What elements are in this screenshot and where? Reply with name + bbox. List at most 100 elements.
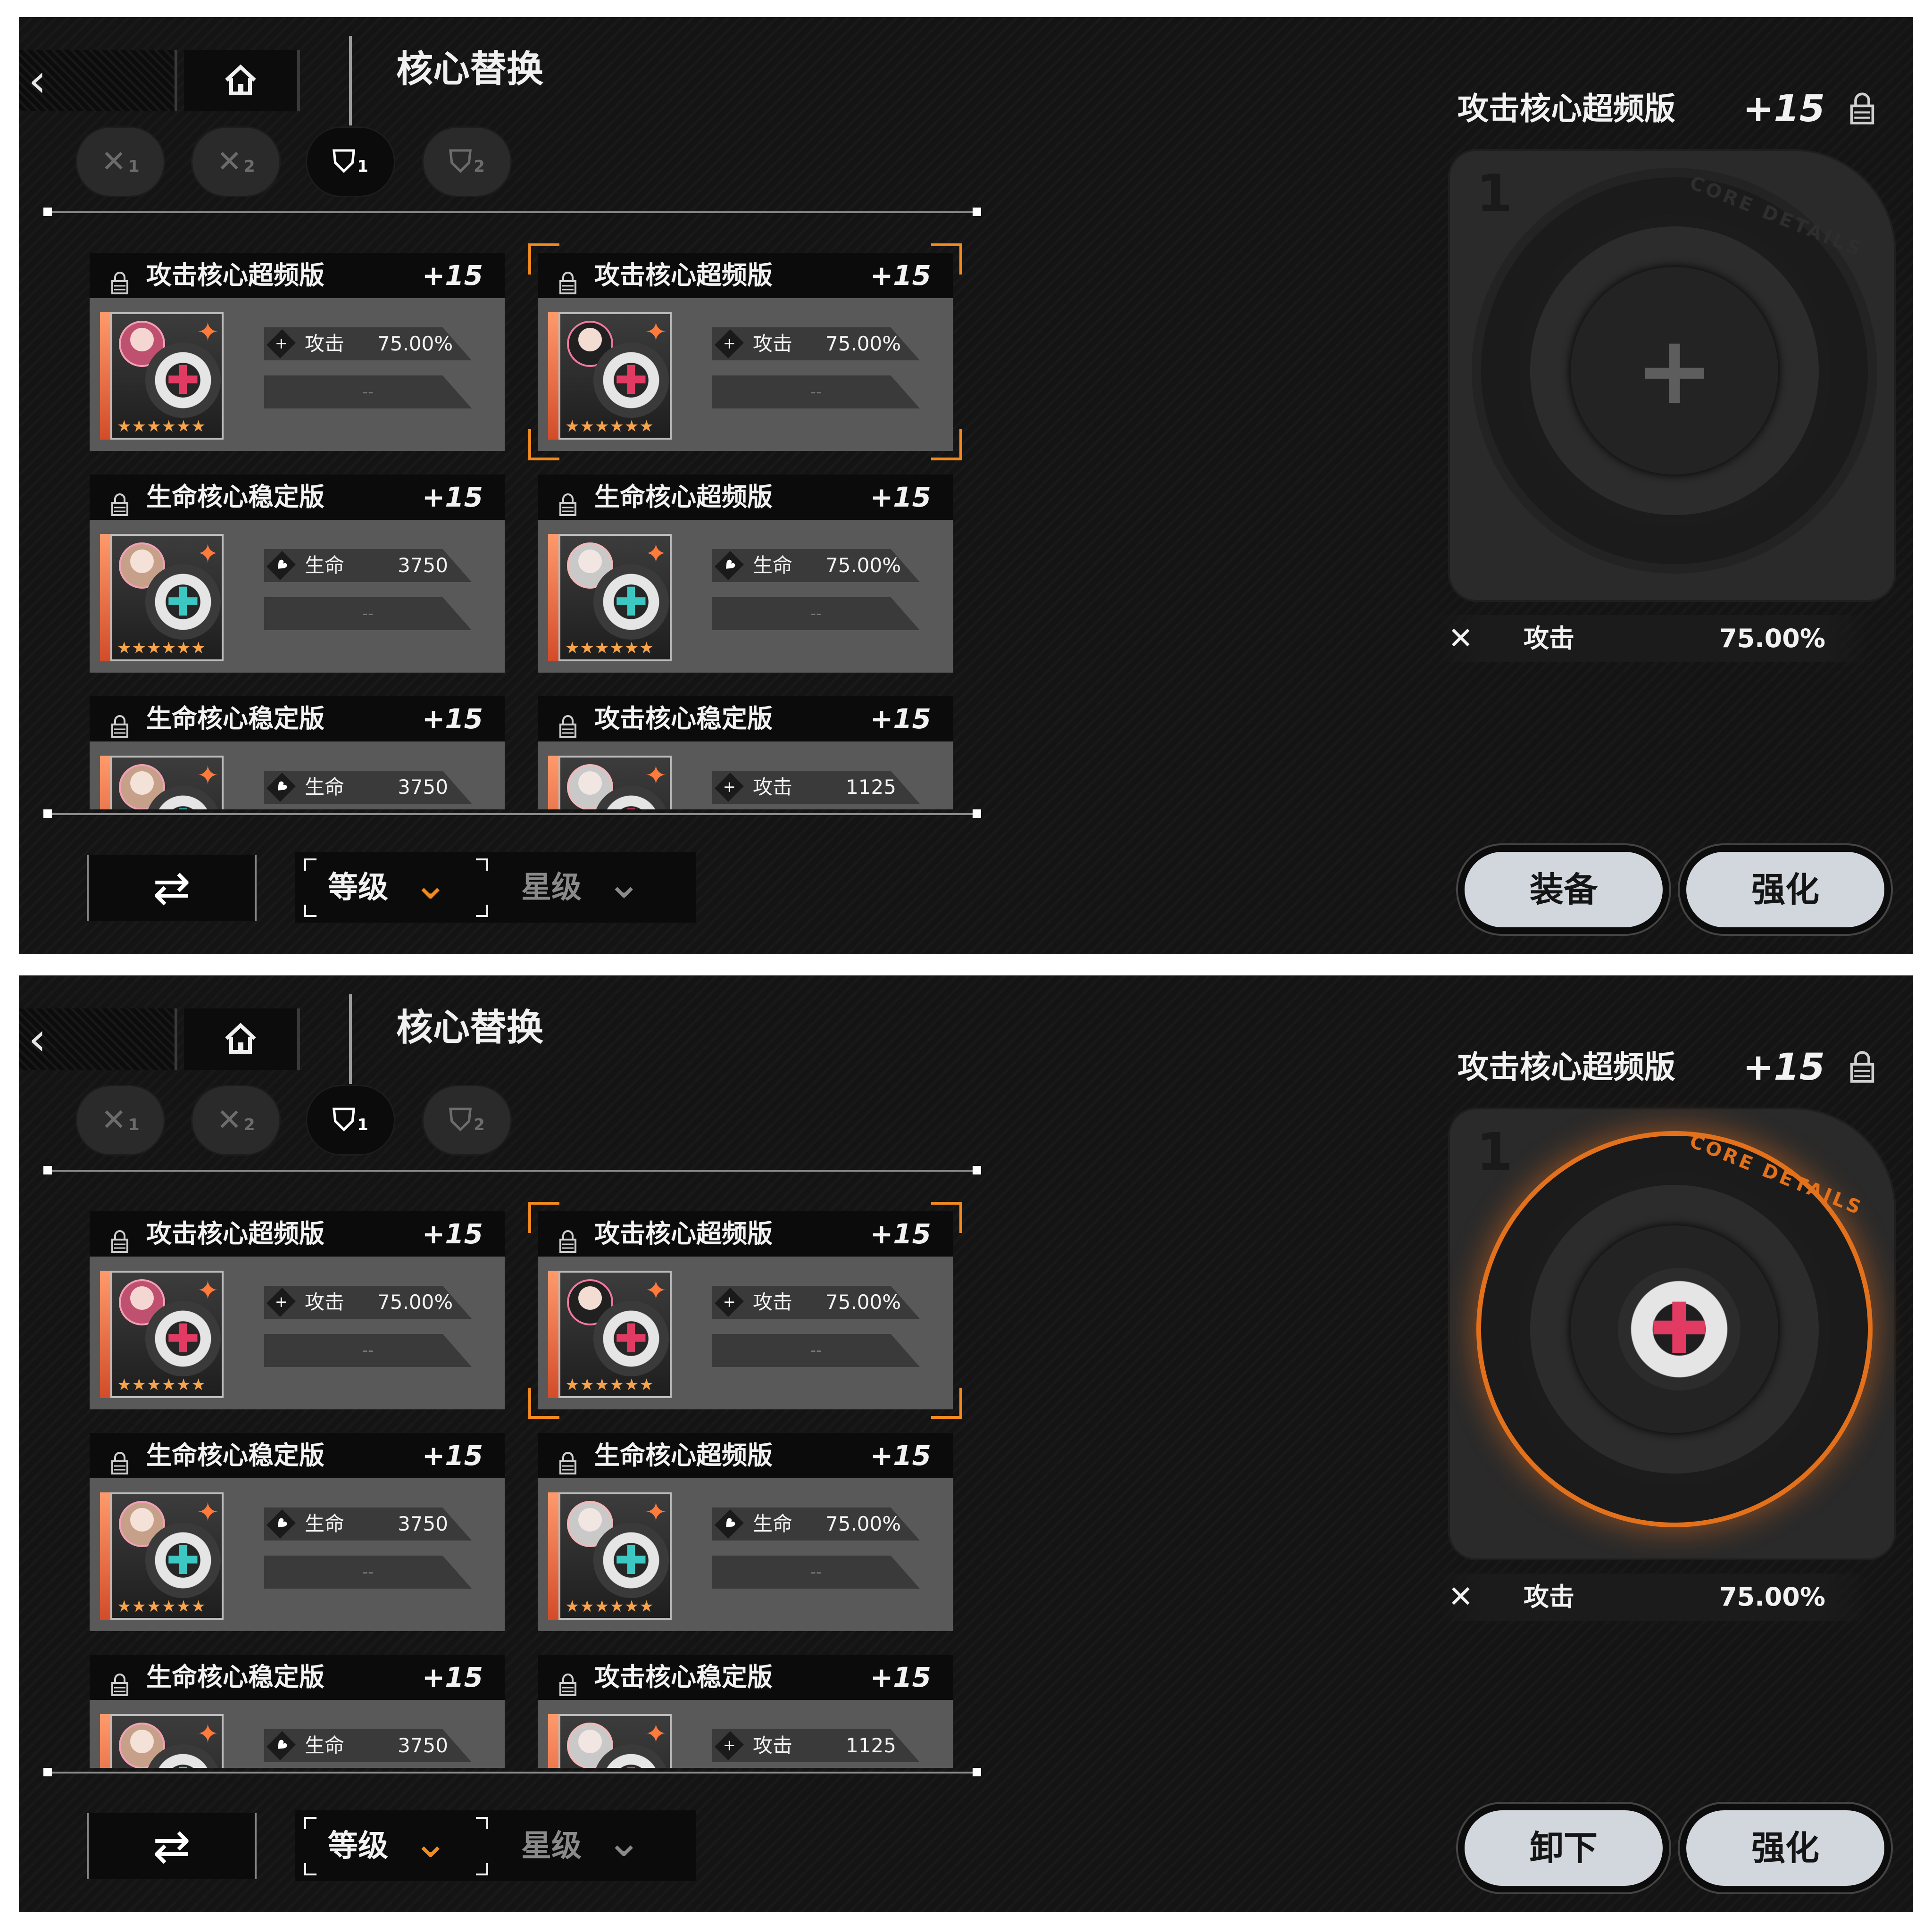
list-bottom-rule [47, 1772, 981, 1774]
core-card[interactable]: 生命核心超频版 +15 ✦ ✚ ★★★★★★ ♥ 生命 75.00% -- [538, 475, 953, 673]
lock-icon[interactable] [558, 485, 577, 516]
core-card-body: ✦ ✚ ★★★★★★ ✕ 攻击 75.00% -- [90, 1257, 505, 1409]
core-portrait: ✦✚★★★★★★ [558, 756, 672, 809]
rarity-accent-bar [100, 1271, 110, 1398]
core-card-header: 生命核心超频版 +15 [538, 475, 953, 520]
core-card-header: 攻击核心稳定版 +15 [538, 696, 953, 741]
filter-tab-attack-1[interactable]: ✕ 1 [75, 126, 165, 197]
lock-icon[interactable] [110, 707, 129, 738]
core-stat: ♥ 生命 75.00% [712, 549, 920, 582]
lock-icon[interactable] [1849, 1051, 1875, 1085]
stat-label: 生命 [305, 775, 345, 799]
rarity-accent-bar [548, 1492, 558, 1620]
core-stat: ✕ 攻击 75.00% [712, 327, 920, 360]
core-card[interactable]: 攻击核心稳定版 +15 ✦✚★★★★★★✕攻击1125-- [538, 1655, 953, 1768]
core-card[interactable]: 攻击核心稳定版+15✦✚★★★★★★✕攻击1125-- [538, 696, 953, 809]
core-list-viewport[interactable]: 攻击核心超频版 +15 ✦ ✚ ★★★★★★ ✕ 攻击 75.00% -- 攻击核心超频版 +15 ✦… [90, 229, 976, 809]
rarity-accent-bar [548, 1271, 558, 1398]
lock-icon[interactable] [558, 1665, 577, 1696]
core-level: +15 [870, 1661, 931, 1693]
lock-icon[interactable] [110, 1443, 129, 1474]
core-card[interactable]: 攻击核心超频版 +15 ✦ ✚ ★★★★★★ ✕ 攻击 75.00% -- [90, 253, 505, 451]
lock-icon[interactable] [110, 1222, 129, 1253]
lock-icon[interactable] [558, 263, 577, 294]
stat-value: 3750 [398, 554, 448, 577]
selection-bracket [528, 1388, 559, 1419]
sort-by-level[interactable]: 等级 ⌄ [304, 1817, 488, 1875]
core-card[interactable]: 生命核心稳定版+15✦✚★★★★★★♥生命3750-- [90, 696, 505, 809]
core-art-icon: ✚ [593, 342, 669, 418]
detail-core-name: 攻击核心超频版 [1457, 1049, 1675, 1085]
core-name: 攻击核心稳定版 [594, 1662, 773, 1692]
filter-tab-shield-1[interactable]: ⛉ 1 [306, 126, 395, 197]
list-frame-corner-dot [973, 208, 981, 216]
filter-tab-attack-2[interactable]: ✕ 2 [191, 1085, 281, 1156]
core-name: 生命核心稳定版 [146, 482, 325, 512]
core-stat: ✕ 攻击 75.00% [712, 1286, 920, 1319]
selection-bracket [931, 1388, 962, 1419]
stat-value: 3750 [398, 775, 448, 799]
add-core-icon[interactable]: + [1571, 267, 1778, 475]
core-card[interactable]: 生命核心稳定版+15✦✚★★★★★★♥生命3750-- [90, 475, 505, 673]
lock-icon[interactable] [558, 1443, 577, 1474]
core-name: 攻击核心超频版 [594, 1219, 773, 1249]
filter-tab-shield-1[interactable]: ⛉ 1 [306, 1085, 395, 1156]
equip-button[interactable]: 装备 [1465, 852, 1663, 927]
enhance-button[interactable]: 强化 [1686, 852, 1884, 927]
empty-substat: -- [264, 1556, 472, 1589]
core-card[interactable]: 攻击核心超频版 +15 ✦ ✚ ★★★★★★ ✕ 攻击 75.00% -- [528, 1202, 962, 1419]
core-list-viewport[interactable]: 攻击核心超频版 +15 ✦ ✚ ★★★★★★ ✕ 攻击 75.00% -- 攻击核心超频版 +15 ✦… [90, 1188, 976, 1768]
core-replace-screen-top: ‹ 核心替换 ✕ 1 ✕ 2 ⛉ 1 ⛉ 2 攻击核心超频版 +15 ✦ ✚ ★★★★★★ ✕ 攻击 75.00%… [19, 17, 1913, 954]
sort-selected-bracket [476, 858, 488, 871]
lock-icon[interactable] [558, 1222, 577, 1253]
core-name: 生命核心超频版 [594, 1441, 773, 1470]
empty-substat: -- [264, 375, 472, 408]
top-nav: ‹ [19, 31, 311, 116]
attack-core-emblem: ✚ [614, 357, 648, 403]
home-button[interactable] [184, 50, 300, 111]
back-button[interactable]: ‹ [19, 1008, 177, 1070]
unequip-button[interactable]: 卸下 [1465, 1810, 1663, 1886]
attack-stat-icon: ✕ [715, 773, 744, 802]
core-card[interactable]: 生命核心超频版 +15 ✦ ✚ ★★★★★★ ♥ 生命 75.00% -- [538, 1433, 953, 1631]
core-card-header: 生命核心稳定版 +15 [90, 1433, 505, 1478]
sort-direction-button[interactable]: ⇄ [87, 855, 257, 921]
filter-tab-attack-2[interactable]: ✕ 2 [191, 126, 281, 197]
core-card[interactable]: 生命核心稳定版+15✦✚★★★★★★♥生命3750-- [90, 1433, 505, 1631]
lock-icon[interactable] [1849, 92, 1875, 126]
stat-value: 3750 [398, 1734, 448, 1757]
core-card-body: ✦✚★★★★★★✕攻击1125-- [538, 1700, 953, 1768]
home-button[interactable] [184, 1008, 300, 1070]
lock-icon[interactable] [110, 485, 129, 516]
core-card[interactable]: 攻击核心超频版 +15 ✦ ✚ ★★★★★★ ✕ 攻击 75.00% -- [528, 243, 962, 460]
core-card[interactable]: 攻击核心超频版 +15 ✦ ✚ ★★★★★★ ✕ 攻击 75.00% -- [90, 1211, 505, 1409]
list-frame-corner-dot [973, 809, 981, 818]
core-card[interactable]: 生命核心稳定版+15✦✚★★★★★★♥生命3750-- [90, 1655, 505, 1768]
stat-label: 生命 [305, 1512, 345, 1535]
filter-tab-shield-2[interactable]: ⛉ 2 [422, 1085, 512, 1156]
filter-tab-shield-2[interactable]: ⛉ 2 [422, 126, 512, 197]
sort-by-level[interactable]: 等级 ⌄ [304, 858, 488, 917]
core-stat: ✕ 攻击 75.00% [264, 1286, 472, 1319]
shield-icon: ⛉ [333, 1103, 356, 1138]
lock-icon[interactable] [110, 1665, 129, 1696]
empty-substat: -- [264, 597, 472, 630]
empty-substat: -- [264, 1334, 472, 1367]
core-art-icon: ✚ [145, 564, 221, 640]
sort-direction-button[interactable]: ⇄ [87, 1813, 257, 1879]
sort-level-label: 等级 [328, 870, 388, 905]
attack-icon: ✕ [101, 144, 126, 179]
back-button[interactable]: ‹ [19, 50, 177, 111]
enhance-button[interactable]: 强化 [1686, 1810, 1884, 1886]
empty-substat: -- [712, 1334, 920, 1367]
core-portrait: ✦✚★★★★★★ [558, 1714, 672, 1768]
selection-bracket [931, 243, 962, 275]
chevron-left-icon: ‹ [28, 54, 47, 107]
lock-icon[interactable] [558, 707, 577, 738]
detail-core-stat: ✕ 攻击 75.00% [1439, 1574, 1868, 1621]
sort-selected-bracket [304, 905, 316, 917]
core-level: +15 [422, 1661, 483, 1693]
sort-star-label: 星级 [521, 870, 582, 905]
lock-icon[interactable] [110, 263, 129, 294]
filter-tab-attack-1[interactable]: ✕ 1 [75, 1085, 165, 1156]
